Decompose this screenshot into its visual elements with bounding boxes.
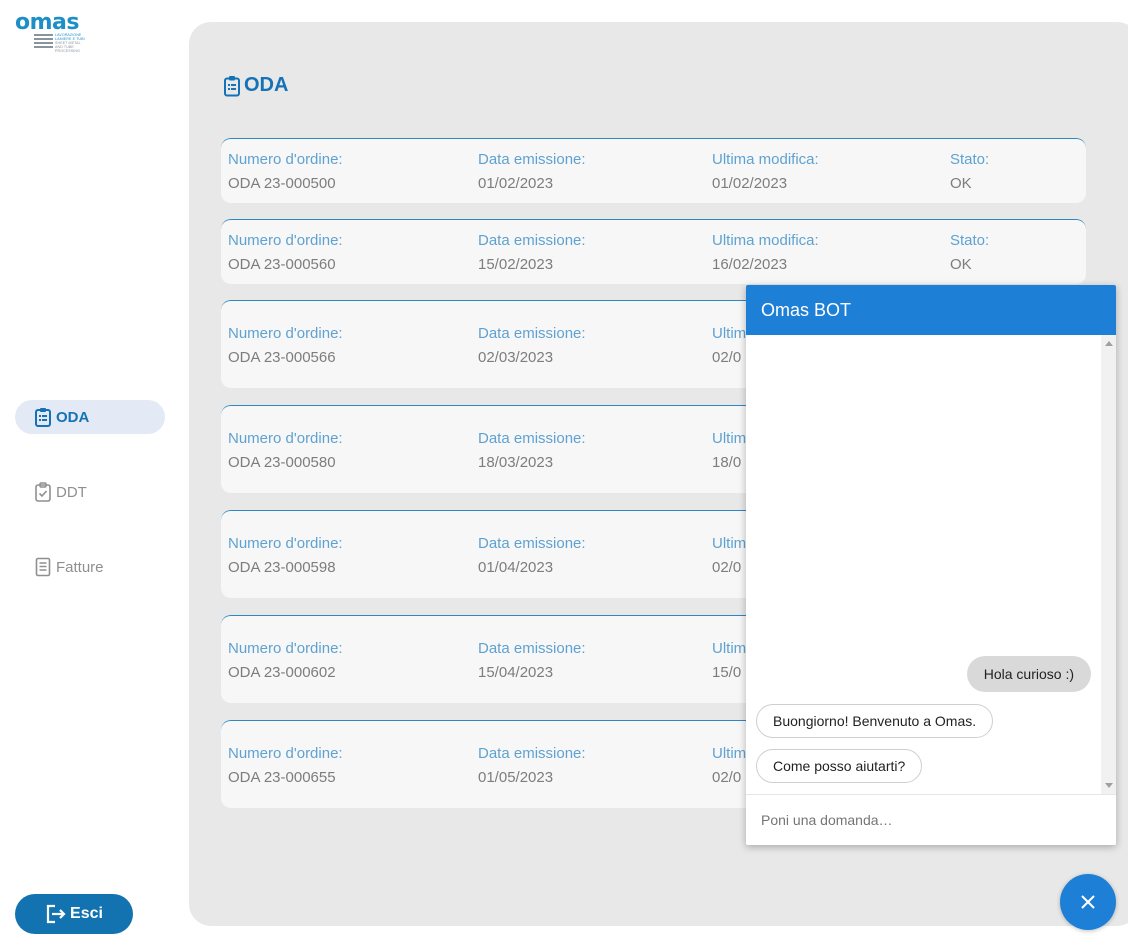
bot-message: Come posso aiutarti? — [756, 749, 923, 783]
order-number-value: ODA 23-000598 — [228, 559, 336, 576]
issue-date-label: Data emissione: — [478, 745, 586, 762]
omas-logo: omas LAVORAZIONE LAMIERE E TUBI SHEET ME… — [15, 12, 90, 57]
sidebar-item-fatture[interactable]: Fatture — [15, 550, 165, 584]
clipboard-check-icon — [34, 482, 52, 502]
last-modified-value: 02/0 — [712, 559, 742, 576]
order-number-label: Numero d'ordine: — [228, 430, 343, 447]
last-modified-label: Ultima modifica: — [712, 151, 819, 168]
bot-message: Buongiorno! Benvenuto a Omas. — [756, 704, 994, 738]
issue-date-value: 15/04/2023 — [478, 664, 554, 681]
order-number-value: ODA 23-000560 — [228, 256, 336, 273]
order-number-label: Numero d'ordine: — [228, 232, 343, 249]
last-modified-label: Ultim — [712, 640, 747, 657]
last-modified-value: 01/02/2023 — [712, 175, 788, 192]
issue-date-value: 02/03/2023 — [478, 349, 554, 366]
last-modified-label: Ultim — [712, 535, 747, 552]
last-modified-value: 18/0 — [712, 454, 742, 471]
logout-button[interactable]: Esci — [15, 894, 133, 934]
chat-close-button[interactable] — [1060, 874, 1116, 930]
issue-date-label: Data emissione: — [478, 151, 586, 168]
order-number-value: ODA 23-000500 — [228, 175, 336, 192]
order-number-value: ODA 23-000580 — [228, 454, 336, 471]
logo-stripes — [34, 34, 53, 50]
order-number-value: ODA 23-000602 — [228, 664, 336, 681]
issue-date-value: 01/04/2023 — [478, 559, 554, 576]
close-icon — [1081, 895, 1095, 909]
last-modified-label: Ultima modifica: — [712, 232, 819, 249]
order-number-label: Numero d'ordine: — [228, 151, 343, 168]
status-value: OK — [950, 175, 972, 192]
order-number-label: Numero d'ordine: — [228, 535, 343, 552]
last-modified-label: Ultim — [712, 430, 747, 447]
logout-label: Esci — [70, 905, 103, 922]
issue-date-label: Data emissione: — [478, 232, 586, 249]
issue-date-label: Data emissione: — [478, 430, 586, 447]
chat-scrollbar[interactable] — [1101, 335, 1116, 794]
chat-messages[interactable]: Hola curioso :) Buongiorno! Benvenuto a … — [746, 335, 1116, 794]
clipboard-list-icon — [224, 75, 240, 96]
user-message: Hola curioso :) — [966, 656, 1091, 692]
page-title: ODA — [223, 74, 288, 97]
sidebar-item-ddt[interactable]: DDT — [15, 475, 165, 509]
logo-wordmark: omas — [15, 10, 79, 35]
chat-window: Omas BOT Hola curioso :) Buongiorno! Ben… — [746, 285, 1116, 845]
order-number-label: Numero d'ordine: — [228, 745, 343, 762]
order-number-value: ODA 23-000655 — [228, 769, 336, 786]
last-modified-value: 15/0 — [712, 664, 742, 681]
logo-tagline: LAVORAZIONE LAMIERE E TUBI SHEET METAL A… — [55, 33, 85, 53]
issue-date-label: Data emissione: — [478, 535, 586, 552]
sidebar-item-oda[interactable]: ODA — [15, 400, 165, 434]
last-modified-label: Ultim — [712, 745, 747, 762]
status-value: OK — [950, 256, 972, 273]
chat-header-title: Omas BOT — [746, 285, 1116, 335]
status-label: Stato: — [950, 232, 990, 249]
status-label: Stato: — [950, 151, 990, 168]
last-modified-value: 16/02/2023 — [712, 256, 788, 273]
order-number-label: Numero d'ordine: — [228, 325, 343, 342]
last-modified-value: 02/0 — [712, 769, 742, 786]
clipboard-list-icon — [34, 407, 52, 427]
issue-date-value: 01/02/2023 — [478, 175, 554, 192]
issue-date-value: 15/02/2023 — [478, 256, 554, 273]
scroll-up-arrow-icon[interactable] — [1105, 341, 1113, 346]
issue-date-label: Data emissione: — [478, 325, 586, 342]
page-title-text: ODA — [244, 74, 289, 96]
issue-date-value: 18/03/2023 — [478, 454, 554, 471]
logout-icon — [46, 904, 66, 924]
sidebar-item-label: ODA — [56, 408, 90, 426]
last-modified-label: Ultim — [712, 325, 747, 342]
sidebar-item-label: Fatture — [56, 558, 104, 576]
order-card[interactable]: Numero d'ordine: ODA 23-000560 Data emiss… — [221, 219, 1086, 284]
last-modified-value: 02/0 — [712, 349, 742, 366]
order-number-label: Numero d'ordine: — [228, 640, 343, 657]
order-card[interactable]: Numero d'ordine: ODA 23-000500 Data emiss… — [221, 138, 1086, 203]
document-icon — [34, 557, 52, 577]
chat-input[interactable]: Poni una domanda… — [746, 794, 1116, 845]
scroll-down-arrow-icon[interactable] — [1105, 783, 1113, 788]
order-number-value: ODA 23-000566 — [228, 349, 336, 366]
issue-date-value: 01/05/2023 — [478, 769, 554, 786]
issue-date-label: Data emissione: — [478, 640, 586, 657]
sidebar-item-label: DDT — [56, 483, 87, 501]
